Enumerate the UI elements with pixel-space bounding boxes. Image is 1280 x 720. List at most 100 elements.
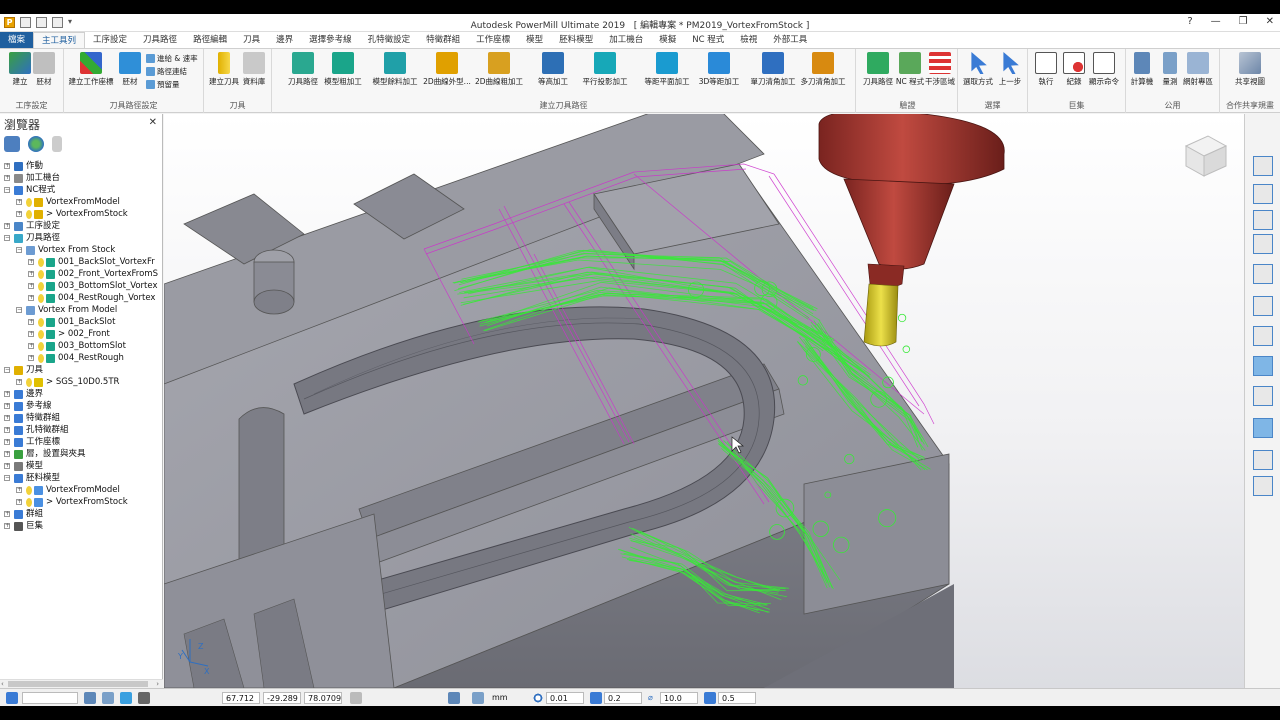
tree-item[interactable]: − 刀具路徑 xyxy=(0,232,163,244)
expand-icon[interactable]: + xyxy=(28,319,34,325)
tab-8[interactable]: 孔特徵設定 xyxy=(360,32,419,48)
expand-icon[interactable]: + xyxy=(4,391,10,397)
stepover-field[interactable]: 0.5 xyxy=(718,692,756,704)
strategy-button-8[interactable]: 3D等距加工 xyxy=(690,52,748,87)
tab-15[interactable]: NC 程式 xyxy=(684,32,732,48)
expand-icon[interactable]: + xyxy=(28,259,34,265)
undo-select-button[interactable]: 上一步 xyxy=(990,52,1030,87)
transparent-icon[interactable] xyxy=(1253,418,1273,438)
tree-item[interactable]: + 加工機台 xyxy=(0,172,163,184)
explorer-close-icon[interactable]: ✕ xyxy=(149,117,157,128)
strategy-button-6[interactable]: 平行投影加工 xyxy=(576,52,634,87)
view-cube[interactable] xyxy=(1182,130,1230,178)
collision-button[interactable]: 干涉區域 xyxy=(920,52,960,87)
expand-icon[interactable]: + xyxy=(4,451,10,457)
leads-links-button[interactable]: 路徑連結 xyxy=(146,66,187,77)
lightbulb-icon[interactable] xyxy=(26,198,32,207)
tree-item[interactable]: − NC程式 xyxy=(0,184,163,196)
expand-icon[interactable]: + xyxy=(4,415,10,421)
tab-12[interactable]: 胚料模型 xyxy=(551,32,601,48)
select-icon[interactable] xyxy=(1253,450,1273,470)
expand-icon[interactable]: + xyxy=(16,487,22,493)
active-mode-icon[interactable] xyxy=(120,692,132,704)
workplane-select[interactable] xyxy=(22,692,78,704)
tab-2[interactable]: 工序設定 xyxy=(85,32,135,48)
stepover-icon[interactable] xyxy=(704,692,716,704)
diameter-icon[interactable]: ⌀ xyxy=(648,692,653,704)
strategy-button-1[interactable]: 模型粗加工 xyxy=(314,52,372,87)
tree-item[interactable]: + 巨集 xyxy=(0,520,163,532)
view-top-icon[interactable] xyxy=(1253,184,1273,204)
tree-view-icon[interactable] xyxy=(4,136,20,152)
tree-item[interactable]: + VortexFromModel xyxy=(0,484,163,496)
tab-14[interactable]: 模擬 xyxy=(651,32,684,48)
cutting-tool[interactable] xyxy=(818,114,1005,347)
tolerance-icon[interactable] xyxy=(532,692,544,704)
tree-item[interactable]: + 特徵群組 xyxy=(0,412,163,424)
lightbulb-icon[interactable] xyxy=(38,294,44,303)
expand-icon[interactable]: + xyxy=(4,463,10,469)
diameter-field[interactable]: 10.0 xyxy=(660,692,698,704)
expand-icon[interactable]: + xyxy=(4,175,10,181)
strategy-button-3[interactable]: 2D曲線外型... xyxy=(418,52,476,87)
allowance-button[interactable]: 預留量 xyxy=(146,79,180,90)
3d-scene[interactable]: Z Y X xyxy=(164,114,1244,688)
tree-item[interactable]: +004_RestRough xyxy=(0,352,163,364)
close-button[interactable]: ✕ xyxy=(1266,16,1274,27)
tree-item[interactable]: +004_RestRough_Vortex xyxy=(0,292,163,304)
expand-icon[interactable]: + xyxy=(28,271,34,277)
lightbulb-icon[interactable] xyxy=(38,258,44,267)
expand-icon[interactable]: + xyxy=(28,343,34,349)
view-iso-icon[interactable] xyxy=(1253,156,1273,176)
collapse-icon[interactable]: − xyxy=(4,367,10,373)
tree-item[interactable]: − 刀具 xyxy=(0,364,163,376)
view-front-icon[interactable] xyxy=(1253,210,1273,230)
expand-icon[interactable]: + xyxy=(4,223,10,229)
tree-item[interactable]: + > VortexFromStock xyxy=(0,496,163,508)
tab-7[interactable]: 選擇參考線 xyxy=(301,32,360,48)
create-workplane-button[interactable]: 建立工作座標 xyxy=(68,52,114,87)
tree-item[interactable]: +003_BottomSlot xyxy=(0,340,163,352)
expand-icon[interactable]: + xyxy=(4,427,10,433)
strategy-button-2[interactable]: 模型餘料加工 xyxy=(366,52,424,87)
collapse-icon[interactable]: − xyxy=(16,247,22,253)
tab-3[interactable]: 刀具路徑 xyxy=(135,32,185,48)
thickness-field[interactable]: 0.2 xyxy=(604,692,642,704)
stock-setup-button[interactable]: 胚材 xyxy=(24,52,64,87)
tab-13[interactable]: 加工機台 xyxy=(601,32,651,48)
tree-item[interactable]: + 邊界 xyxy=(0,388,163,400)
tree-item[interactable]: +001_BackSlot xyxy=(0,316,163,328)
tab-5[interactable]: 刀具 xyxy=(235,32,268,48)
collapse-icon[interactable]: − xyxy=(4,475,10,481)
scroll-left-icon[interactable]: ‹ xyxy=(1,680,4,688)
lightbulb-icon[interactable] xyxy=(38,330,44,339)
ruler-icon[interactable] xyxy=(472,692,484,704)
tab-9[interactable]: 特徵群組 xyxy=(418,32,468,48)
scroll-right-icon[interactable]: › xyxy=(156,680,159,688)
tree-item[interactable]: + 作動 xyxy=(0,160,163,172)
lightbulb-icon[interactable] xyxy=(38,270,44,279)
tab-10[interactable]: 工作座標 xyxy=(468,32,518,48)
trash-icon[interactable] xyxy=(52,136,62,152)
tree-item[interactable]: + 模型 xyxy=(0,460,163,472)
lightbulb-icon[interactable] xyxy=(38,282,44,291)
pencil-icon[interactable] xyxy=(350,692,362,704)
expand-icon[interactable]: + xyxy=(4,439,10,445)
tree-item[interactable]: + 群組 xyxy=(0,508,163,520)
calculator-status-icon[interactable] xyxy=(448,692,460,704)
tree-item[interactable]: + 孔特徵群組 xyxy=(0,424,163,436)
zoom-out-icon[interactable] xyxy=(1253,326,1273,346)
select-arrow-icon[interactable] xyxy=(1253,476,1273,496)
tab-17[interactable]: 外部工具 xyxy=(765,32,815,48)
tree-item[interactable]: + 層，設置與夾具 xyxy=(0,448,163,460)
tree-item[interactable]: + 工作座標 xyxy=(0,436,163,448)
tolerance-field[interactable]: 0.01 xyxy=(546,692,584,704)
tree-item[interactable]: +003_BottomSlot_Vortex xyxy=(0,280,163,292)
expand-icon[interactable]: + xyxy=(16,499,22,505)
lightbulb-icon[interactable] xyxy=(38,342,44,351)
strategy-button-10[interactable]: 多刀清角加工 xyxy=(794,52,852,87)
tree-item[interactable]: + > 002_Front xyxy=(0,328,163,340)
refresh-view-icon[interactable] xyxy=(1253,264,1273,284)
graphics-viewport[interactable]: Z Y X xyxy=(164,114,1244,688)
thickness-icon[interactable] xyxy=(590,692,602,704)
